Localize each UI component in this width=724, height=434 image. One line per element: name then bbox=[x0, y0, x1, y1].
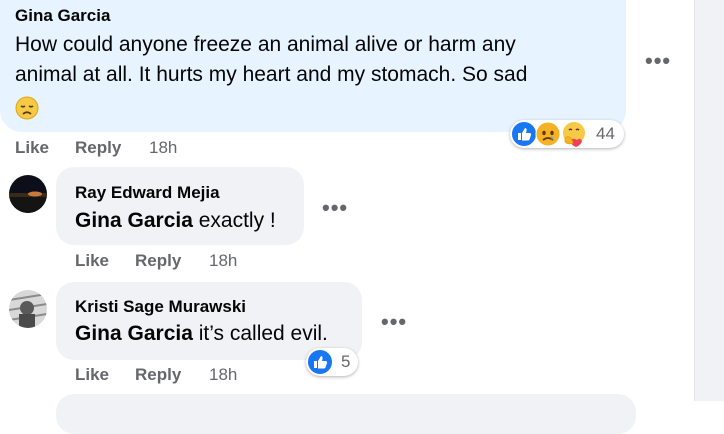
reply-reactions[interactable]: 5 bbox=[306, 348, 358, 376]
kristi-avatar-image bbox=[9, 290, 47, 328]
like-button[interactable]: Like bbox=[75, 251, 109, 271]
like-icon bbox=[307, 349, 333, 375]
like-button[interactable]: Like bbox=[15, 138, 49, 158]
main-comment-reactions[interactable]: 44 bbox=[510, 120, 624, 148]
mention-link[interactable]: Gina Garcia bbox=[75, 209, 193, 232]
reply-button[interactable]: Reply bbox=[135, 251, 181, 271]
reply-button[interactable]: Reply bbox=[135, 365, 181, 385]
reply-text: Gina Garcia exactly ! bbox=[75, 204, 276, 237]
comment-timestamp[interactable]: 18h bbox=[209, 251, 237, 271]
main-comment-text-line1: How could anyone freeze an animal alive … bbox=[15, 33, 516, 56]
main-comment-author[interactable]: Gina Garcia bbox=[15, 6, 110, 26]
mention-link[interactable]: Gina Garcia bbox=[75, 322, 193, 345]
like-icon bbox=[511, 121, 537, 147]
reply-more-options-icon[interactable]: ••• bbox=[322, 197, 348, 219]
sad-icon bbox=[535, 121, 561, 147]
main-comment-more-options-icon[interactable]: ••• bbox=[645, 50, 671, 72]
avatar[interactable] bbox=[9, 290, 47, 328]
avatar[interactable] bbox=[9, 175, 47, 213]
reply-body: it’s called evil. bbox=[192, 322, 328, 345]
reply-more-options-icon[interactable]: ••• bbox=[381, 311, 407, 333]
ray-avatar-image bbox=[9, 175, 47, 213]
reply-body: exactly ! bbox=[192, 209, 276, 232]
reply-reaction-count: 5 bbox=[341, 352, 351, 371]
reply-text: Gina Garcia it’s called evil. bbox=[75, 317, 328, 350]
main-comment-reaction-count: 44 bbox=[596, 124, 615, 143]
next-reply-bubble bbox=[56, 394, 636, 434]
reply-author[interactable]: Kristi Sage Murawski bbox=[75, 297, 246, 317]
main-comment-text-line2: animal at all. It hurts my heart and my … bbox=[15, 63, 528, 86]
like-button[interactable]: Like bbox=[75, 365, 109, 385]
comment-timestamp[interactable]: 18h bbox=[209, 365, 237, 385]
reply-button[interactable]: Reply bbox=[75, 138, 121, 158]
scrollbar[interactable] bbox=[694, 0, 724, 401]
disappointed-face-icon bbox=[15, 96, 39, 120]
comment-timestamp[interactable]: 18h bbox=[149, 138, 177, 158]
reply-author[interactable]: Ray Edward Mejia bbox=[75, 183, 220, 203]
care-icon bbox=[562, 121, 586, 147]
